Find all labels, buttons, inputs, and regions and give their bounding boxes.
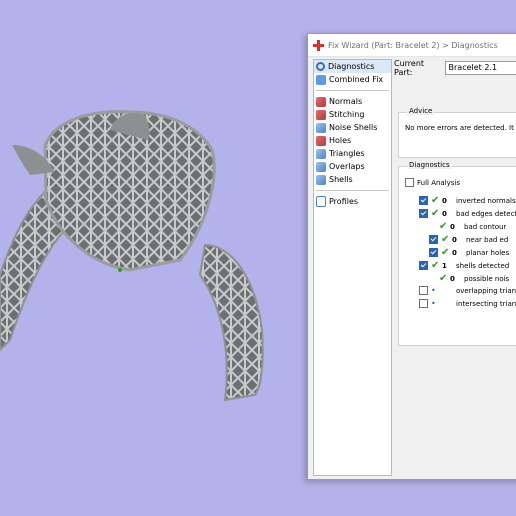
row-count: 0	[450, 222, 455, 231]
row-checkbox[interactable]	[419, 299, 428, 308]
fix-wizard-icon	[313, 39, 324, 51]
diagnostic-row-bad-edges: ✔ 0 bad edges detect	[419, 208, 516, 219]
row-checkbox[interactable]	[419, 286, 428, 295]
diagnostic-row-bad-contour: ✔ 0 bad contour	[439, 221, 506, 232]
noise-shells-icon	[316, 122, 326, 133]
diagnostic-row-planar-holes: ✔ 0 planar holes	[429, 247, 509, 258]
bullet-icon: •	[431, 299, 436, 308]
nav-item-noise-shells[interactable]: Noise Shells	[314, 121, 391, 134]
nav-item-normals[interactable]: Normals	[314, 95, 391, 108]
holes-icon	[316, 135, 326, 146]
check-icon: ✔	[441, 234, 450, 245]
check-icon: ✔	[441, 247, 450, 258]
diagnostic-row-possible-noise: ✔ 0 possible nois	[439, 273, 509, 284]
diagnostics-title: Diagnostics	[407, 161, 452, 169]
row-count: 1	[442, 261, 447, 270]
check-icon: ✔	[431, 195, 440, 206]
row-count: 0	[450, 274, 455, 283]
row-checkbox[interactable]	[429, 235, 438, 244]
row-count: 0	[442, 196, 447, 205]
check-icon: ✔	[439, 273, 448, 284]
full-analysis-label: Full Analysis	[417, 178, 461, 187]
combined-fix-icon	[316, 74, 326, 85]
row-checkbox[interactable]	[419, 209, 428, 218]
nav-label: Triangles	[329, 149, 365, 158]
check-icon: ✔	[431, 260, 440, 271]
nav-item-combined-fix[interactable]: Combined Fix	[314, 73, 391, 86]
row-label: intersecting trian	[456, 299, 516, 308]
window-title: Fix Wizard (Part: Bracelet 2) > Diagnost…	[328, 40, 498, 50]
diagnostic-row-shells: ✔ 1 shells detected	[419, 260, 509, 271]
current-part-row: Current Part: Bracelet 2.1	[394, 59, 516, 77]
nav-item-triangles[interactable]: Triangles	[314, 147, 391, 160]
triangles-icon	[316, 148, 326, 159]
nav-label: Noise Shells	[329, 123, 378, 132]
nav-item-diagnostics[interactable]: Diagnostics	[314, 60, 391, 73]
full-analysis-box[interactable]	[405, 178, 414, 187]
advice-title: Advice	[407, 107, 435, 115]
nav-label: Diagnostics	[328, 62, 375, 71]
nav-item-overlaps[interactable]: Overlaps	[314, 160, 391, 173]
nav-item-holes[interactable]: Holes	[314, 134, 391, 147]
row-count: 0	[452, 248, 457, 257]
nav-divider	[316, 190, 389, 191]
row-checkbox[interactable]	[419, 196, 428, 205]
bracelet-model[interactable]	[0, 0, 307, 516]
diagnostic-row-intersecting: • intersecting trian	[419, 299, 516, 308]
row-label: inverted normals	[456, 196, 516, 205]
current-part-label: Current Part:	[394, 59, 425, 77]
row-label: planar holes	[466, 248, 510, 257]
check-icon: ✔	[431, 208, 440, 219]
nav-label: Combined Fix	[329, 75, 384, 84]
profiles-icon	[316, 196, 326, 207]
row-count: 0	[442, 209, 447, 218]
nav-item-profiles[interactable]: Profiles	[314, 195, 391, 208]
row-label: possible nois	[464, 274, 510, 283]
row-label: near bad ed	[466, 235, 509, 244]
shells-icon	[316, 174, 326, 185]
row-label: overlapping trian	[456, 286, 516, 295]
wizard-nav: Diagnostics Combined Fix Normals Stitchi…	[313, 59, 392, 476]
check-icon: ✔	[439, 221, 448, 232]
full-analysis-checkbox[interactable]: Full Analysis	[405, 178, 460, 187]
diagnostic-row-near-bad-edges: ✔ 0 near bad ed	[429, 234, 508, 245]
diagnostic-row-overlapping: • overlapping trian	[419, 286, 516, 295]
nav-item-shells[interactable]: Shells	[314, 173, 391, 186]
advice-group: Advice No more errors are detected. It s…	[398, 107, 516, 158]
current-part-select[interactable]: Bracelet 2.1	[444, 61, 516, 75]
magnifier-icon	[316, 62, 325, 71]
nav-label: Profiles	[329, 197, 359, 206]
overlaps-icon	[316, 161, 326, 172]
nav-label: Holes	[329, 136, 352, 145]
diagnostic-row-inverted-normals: ✔ 0 inverted normals	[419, 195, 516, 206]
nav-item-stitching[interactable]: Stitching	[314, 108, 391, 121]
stitching-icon	[316, 109, 326, 120]
row-checkbox[interactable]	[419, 261, 428, 270]
nav-label: Overlaps	[329, 162, 365, 171]
nav-divider	[316, 90, 389, 91]
diagnostics-group: Diagnostics Full Analysis ✔ 0 inverted n…	[398, 161, 516, 346]
fix-wizard-window: Fix Wizard (Part: Bracelet 2) > Diagnost…	[307, 33, 516, 480]
nav-label: Stitching	[329, 110, 365, 119]
row-label: bad edges detect	[456, 209, 516, 218]
row-count: 0	[452, 235, 457, 244]
title-bar: Fix Wizard (Part: Bracelet 2) > Diagnost…	[308, 34, 516, 57]
diagnostics-panel: Current Part: Bracelet 2.1 Advice No mor…	[392, 56, 516, 479]
advice-text: No more errors are detected. It seem	[405, 124, 516, 132]
row-label: shells detected	[456, 261, 510, 270]
nav-label: Shells	[329, 175, 353, 184]
row-checkbox[interactable]	[429, 248, 438, 257]
bullet-icon: •	[431, 286, 436, 295]
normals-icon	[316, 96, 326, 107]
nav-label: Normals	[329, 97, 363, 106]
row-label: bad contour	[464, 222, 507, 231]
